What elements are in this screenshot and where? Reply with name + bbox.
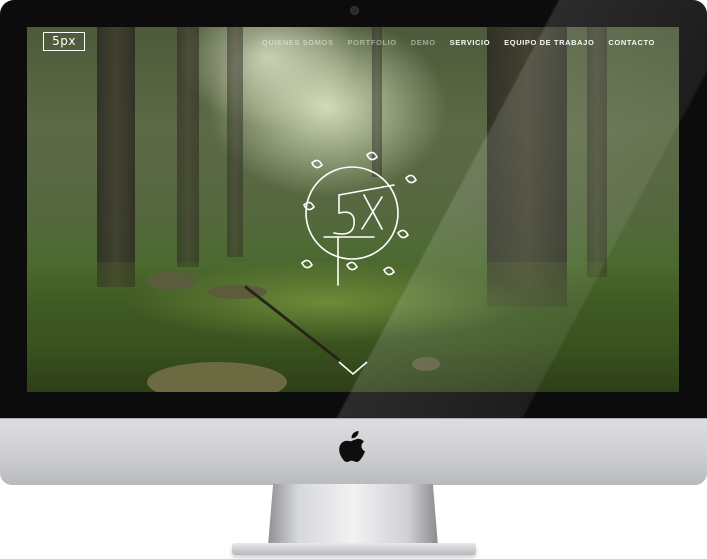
emblem-x-stroke [361,194,383,230]
5px-emblem [301,151,417,286]
main-nav: Quienes Somos Portfolio Demo Servicio Eq… [262,38,655,47]
site-logo[interactable]: 5px [43,32,85,51]
nav-item-quienes-somos[interactable]: Quienes Somos [262,38,334,47]
mossy-rock [147,272,197,290]
nav-item-demo[interactable]: Demo [411,38,436,47]
tree-trunk [97,27,135,287]
nav-item-equipo[interactable]: Equipo de Trabajo [504,38,594,47]
website-screen: 5px Quienes Somos Portfolio Demo Servici… [27,27,679,392]
chevron-down-icon[interactable] [337,360,369,376]
monitor-stand-base [232,543,476,555]
tree-trunk [227,27,243,257]
apple-icon [339,431,365,462]
monitor-stand [268,484,438,546]
nav-item-portfolio[interactable]: Portfolio [348,38,397,47]
emblem-5-stroke [333,194,356,235]
nav-item-servicio[interactable]: Servicio [450,38,491,47]
camera-icon [350,6,359,15]
nav-item-contacto[interactable]: Contacto [608,38,655,47]
tree-trunk [177,27,199,267]
mossy-rock [412,357,440,371]
tree-trunk [587,27,607,277]
